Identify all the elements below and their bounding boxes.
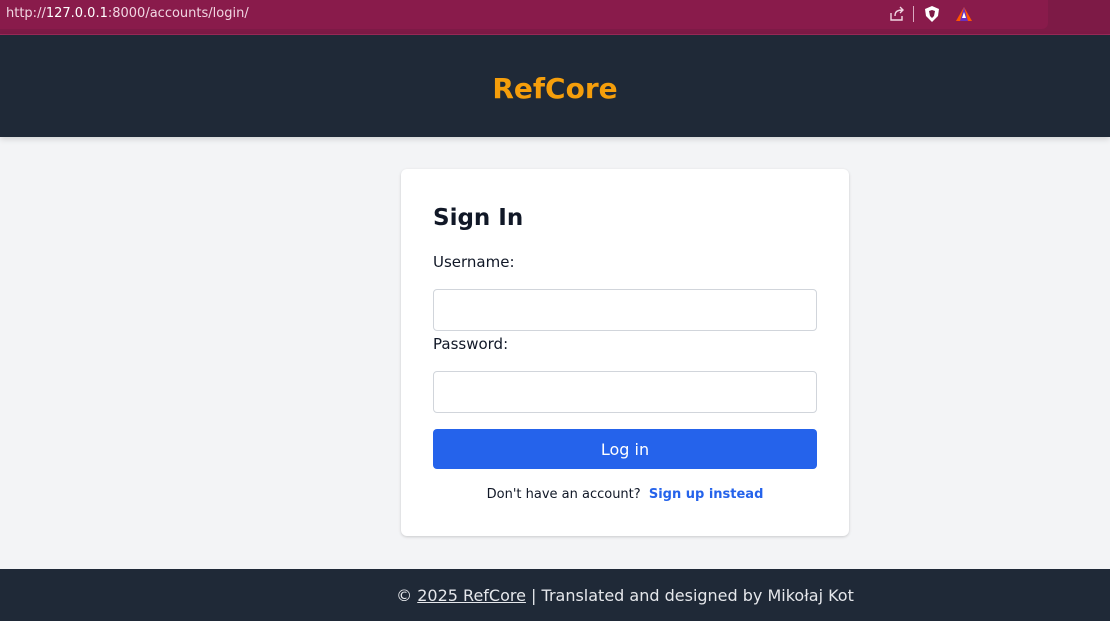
footer-text: © 2025 RefCore | Translated and designed… — [396, 586, 854, 605]
password-input[interactable] — [433, 371, 817, 413]
password-label: Password: — [433, 335, 509, 353]
signup-prompt-text: Don't have an account? — [486, 487, 641, 502]
page-title: Sign In — [433, 205, 524, 231]
footer-credit: | Translated and designed by Mikołaj Kot — [531, 585, 854, 605]
brave-rewards-icon[interactable] — [954, 4, 974, 24]
signup-prompt-row: Don't have an account? Sign up instead — [401, 487, 849, 502]
browser-toolbar: http://127.0.0.1:8000/accounts/login/ — [0, 0, 1110, 35]
site-header: RefCore — [0, 35, 1110, 137]
footer-home-link[interactable]: 2025 RefCore — [417, 586, 526, 605]
site-footer: © 2025 RefCore | Translated and designed… — [0, 569, 1110, 621]
site-brand[interactable]: RefCore — [492, 72, 617, 105]
signup-link[interactable]: Sign up instead — [649, 487, 764, 502]
url-text[interactable]: http://127.0.0.1:8000/accounts/login/ — [6, 6, 249, 21]
username-label: Username: — [433, 253, 515, 271]
toolbar-divider — [913, 6, 914, 22]
share-icon[interactable] — [887, 4, 907, 24]
address-bar[interactable]: http://127.0.0.1:8000/accounts/login/ — [0, 0, 1048, 29]
brave-shield-icon[interactable] — [922, 4, 942, 24]
url-path: :8000/accounts/login/ — [107, 6, 249, 21]
copyright-symbol: © — [396, 585, 413, 605]
url-scheme: http:// — [6, 6, 46, 21]
username-input[interactable] — [433, 289, 817, 331]
address-bar-actions — [887, 4, 974, 24]
login-card: Sign In Username: Password: Log in Don't… — [401, 169, 849, 536]
url-host: 127.0.0.1 — [45, 6, 108, 21]
login-button[interactable]: Log in — [433, 429, 817, 469]
